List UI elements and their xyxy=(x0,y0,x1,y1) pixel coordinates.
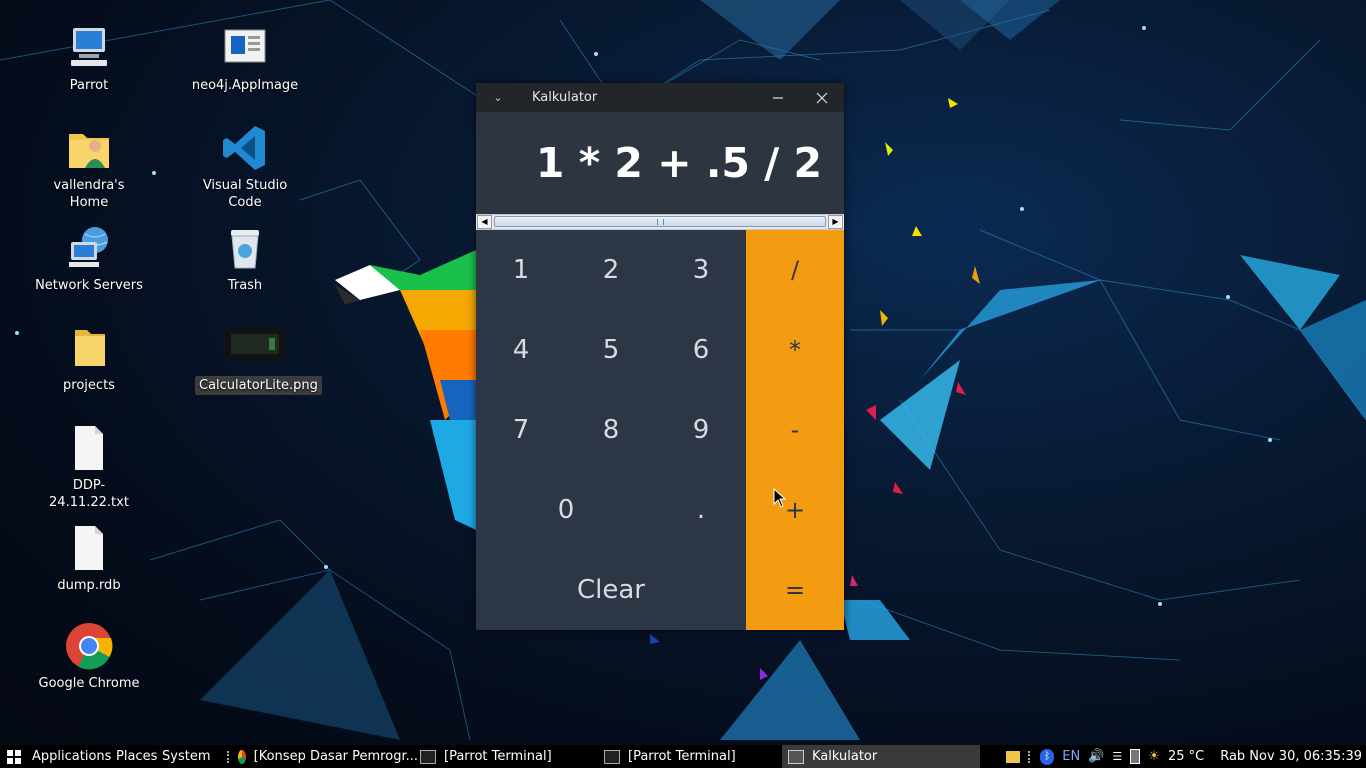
terminal-icon xyxy=(420,749,436,764)
calculator-app-icon xyxy=(788,749,804,764)
file-icon xyxy=(65,524,113,572)
number-pad: 1 2 3 4 5 6 7 8 9 0 . Clear xyxy=(476,230,746,630)
key-1[interactable]: 1 xyxy=(476,230,566,310)
key-3[interactable]: 3 xyxy=(656,230,746,310)
desktop-icon-label: projects xyxy=(63,378,115,393)
terminal-icon xyxy=(604,749,620,764)
folder-icon xyxy=(65,324,113,372)
system-tray: ᛒ EN 🔊 ☰ ☀ 25 °C Rab Nov 30, 06:35:39 xyxy=(1002,745,1366,768)
desktop-icon-label: Google Chrome xyxy=(38,676,140,691)
key-9[interactable]: 9 xyxy=(656,390,746,470)
desktop-icon-neo4j[interactable]: neo4j.AppImage xyxy=(185,24,305,95)
keyboard-layout[interactable]: EN xyxy=(1062,749,1080,764)
scroll-left-arrow-icon[interactable]: ◀ xyxy=(477,215,492,229)
minimize-button[interactable] xyxy=(756,83,800,112)
appimage-icon xyxy=(221,24,269,72)
desktop-icon-label: dump.rdb xyxy=(57,578,121,593)
task-terminal-2[interactable]: [Parrot Terminal] xyxy=(598,745,786,768)
desktop-icon-label: Parrot xyxy=(69,78,109,93)
desktop-icon-label: Network Servers xyxy=(35,278,143,293)
desktop-icon-label: CalculatorLite.png xyxy=(195,376,322,395)
weather-icon: ☀ xyxy=(1148,749,1160,764)
system-menu[interactable]: System xyxy=(156,745,216,768)
computer-icon xyxy=(65,24,113,72)
operator-pad: / * - + = xyxy=(746,230,844,630)
chrome-icon xyxy=(238,749,246,764)
taskbar: Applications Places System [Konsep Dasar… xyxy=(0,745,1366,768)
desktop-icon-calculatorlite-png[interactable]: CalculatorLite.png xyxy=(195,324,322,395)
battery-icon[interactable] xyxy=(1130,749,1141,764)
desktop-icon-projects[interactable]: projects xyxy=(29,324,149,395)
window-title: Kalkulator xyxy=(532,90,598,105)
home-folder-icon xyxy=(65,124,113,172)
key-6[interactable]: 6 xyxy=(656,310,746,390)
bluetooth-icon[interactable]: ᛒ xyxy=(1040,748,1055,765)
desktop-icon-vscode[interactable]: Visual Studio Code xyxy=(185,124,305,212)
desktop-icon-parrot[interactable]: Parrot xyxy=(29,24,149,95)
windows-logo-icon xyxy=(7,749,21,764)
task-kalkulator[interactable]: Kalkulator xyxy=(782,745,980,768)
desktop-icon-label: Trash xyxy=(227,278,263,293)
minus-button[interactable]: - xyxy=(746,390,844,470)
temperature[interactable]: 25 °C xyxy=(1168,749,1204,764)
desktop-icon-trash[interactable]: Trash xyxy=(185,224,305,295)
calculator-keypad: 1 2 3 4 5 6 7 8 9 0 . Clear / * - + = xyxy=(476,230,844,630)
calculator-window: ⌄ Kalkulator 1 * 2 + .5 / 2 ◀ ▶ 1 2 3 4 … xyxy=(476,83,844,630)
trash-icon xyxy=(221,224,269,272)
vscode-icon xyxy=(221,124,269,172)
window-titlebar[interactable]: ⌄ Kalkulator xyxy=(476,83,844,112)
mouse-cursor-icon xyxy=(773,488,787,508)
key-2[interactable]: 2 xyxy=(566,230,656,310)
desktop-icon-network[interactable]: Network Servers xyxy=(29,224,149,295)
task-label: [Konsep Dasar Pemrogr... xyxy=(253,749,418,764)
text-file-icon xyxy=(65,424,113,472)
image-file-icon xyxy=(225,324,285,372)
chrome-icon xyxy=(65,622,113,670)
key-5[interactable]: 5 xyxy=(566,310,656,390)
desktop-icon-txt-file[interactable]: DDP-24.11.22.txt xyxy=(29,424,149,512)
close-icon xyxy=(816,92,828,103)
divide-button[interactable]: / xyxy=(746,230,844,310)
clear-button[interactable]: Clear xyxy=(476,550,746,630)
close-button[interactable] xyxy=(800,83,844,112)
task-chrome[interactable]: [Konsep Dasar Pemrogr... xyxy=(232,745,424,768)
desktop-icon-label: neo4j.AppImage xyxy=(191,78,299,93)
task-terminal-1[interactable]: [Parrot Terminal] xyxy=(414,745,602,768)
window-menu-chevron-icon[interactable]: ⌄ xyxy=(476,91,520,104)
applications-menu[interactable]: Applications xyxy=(0,745,117,768)
key-8[interactable]: 8 xyxy=(566,390,656,470)
display-horizontal-scrollbar[interactable]: ◀ ▶ xyxy=(476,214,844,230)
file-manager-icon[interactable] xyxy=(1006,750,1021,763)
key-decimal[interactable]: . xyxy=(656,470,746,550)
calculator-display: 1 * 2 + .5 / 2 xyxy=(476,112,844,214)
task-label: [Parrot Terminal] xyxy=(444,749,552,764)
volume-icon[interactable]: 🔊 xyxy=(1088,749,1104,764)
desktop-icon-dump-rdb[interactable]: dump.rdb xyxy=(29,524,149,595)
desktop-icon-chrome[interactable]: Google Chrome xyxy=(29,622,149,693)
desktop-icon-label: Visual Studio Code xyxy=(202,178,288,210)
tray-separator xyxy=(1028,750,1032,763)
scrollbar-thumb[interactable] xyxy=(494,216,826,227)
task-label: Kalkulator xyxy=(812,749,878,764)
task-label: [Parrot Terminal] xyxy=(628,749,736,764)
minimize-icon xyxy=(773,96,783,99)
key-4[interactable]: 4 xyxy=(476,310,566,390)
desktop-icon-label: vallendra's Home xyxy=(53,178,125,210)
applications-label: Applications xyxy=(32,749,112,764)
plus-button[interactable]: + xyxy=(746,470,844,550)
desktop-icon-label: DDP-24.11.22.txt xyxy=(49,478,129,510)
key-7[interactable]: 7 xyxy=(476,390,566,470)
wifi-icon[interactable]: ☰ xyxy=(1112,750,1122,763)
equals-button[interactable]: = xyxy=(746,550,844,630)
key-0[interactable]: 0 xyxy=(476,470,656,550)
network-icon xyxy=(65,224,113,272)
multiply-button[interactable]: * xyxy=(746,310,844,390)
scroll-right-arrow-icon[interactable]: ▶ xyxy=(828,215,843,229)
clock[interactable]: Rab Nov 30, 06:35:39 xyxy=(1220,749,1362,764)
desktop-icon-home[interactable]: vallendra's Home xyxy=(29,124,149,212)
